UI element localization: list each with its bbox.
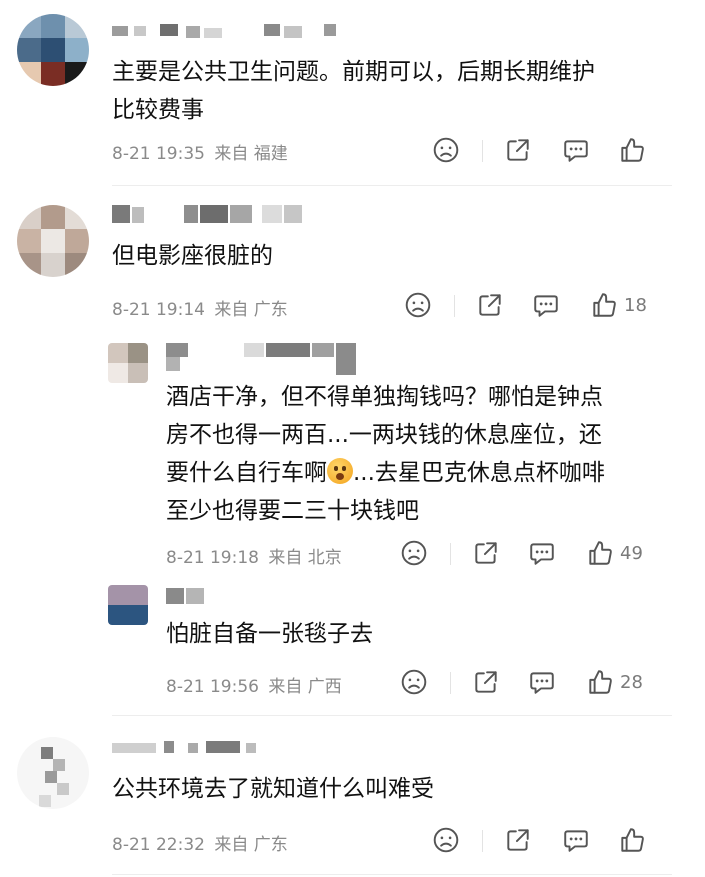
comment-actions: 28 — [400, 668, 680, 698]
location: 来自 福建 — [214, 144, 288, 164]
like-button[interactable] — [618, 136, 652, 164]
timestamp: 8-21 19:18 — [166, 548, 259, 568]
comment-actions — [432, 136, 672, 166]
comment-divider — [112, 874, 672, 875]
frown-face-icon — [400, 668, 428, 696]
location: 来自 广东 — [214, 835, 288, 855]
like-button[interactable]: 18 — [590, 291, 647, 319]
dislike-button[interactable] — [432, 136, 460, 164]
username-blurred[interactable] — [112, 741, 272, 757]
share-icon — [472, 539, 500, 567]
comment-bubble-icon — [562, 826, 590, 854]
username-blurred[interactable] — [112, 24, 342, 40]
comment-bubble-icon — [532, 291, 560, 319]
dislike-button[interactable] — [400, 539, 428, 567]
reply-button[interactable] — [562, 826, 590, 854]
username-blurred[interactable] — [166, 343, 366, 377]
comment-meta: 8-21 19:18 来自 北京 — [166, 543, 342, 568]
comment-meta: 8-21 19:14 来自 广东 — [112, 295, 288, 320]
avatar[interactable] — [17, 205, 89, 277]
timestamp: 8-21 19:14 — [112, 300, 205, 320]
comment-meta: 8-21 19:56 来自 广西 — [166, 672, 342, 697]
dislike-button[interactable] — [400, 668, 428, 696]
surprised-face-emoji-icon — [327, 458, 353, 484]
avatar[interactable] — [108, 343, 148, 383]
username-blurred[interactable] — [166, 588, 246, 604]
timestamp: 8-21 19:56 — [166, 677, 259, 697]
share-icon — [472, 668, 500, 696]
share-button[interactable] — [472, 539, 500, 567]
dislike-button[interactable] — [404, 291, 432, 319]
timestamp: 8-21 19:35 — [112, 144, 205, 164]
reply-button[interactable] — [528, 668, 556, 696]
avatar[interactable] — [17, 14, 89, 86]
comment-bubble-icon — [528, 668, 556, 696]
comment-meta: 8-21 19:35 来自 福建 — [112, 139, 288, 164]
share-icon — [476, 291, 504, 319]
divider — [482, 140, 483, 162]
share-button[interactable] — [472, 668, 500, 696]
divider — [450, 672, 451, 694]
share-icon — [504, 136, 532, 164]
like-button[interactable]: 49 — [586, 539, 643, 567]
comment-bubble-icon — [528, 539, 556, 567]
comment-divider — [112, 185, 672, 186]
comment-text: 但电影座很脏的 — [112, 243, 273, 269]
avatar[interactable] — [17, 737, 89, 809]
comment-actions: 18 — [404, 291, 674, 321]
share-button[interactable] — [476, 291, 504, 319]
thumbs-up-icon — [586, 668, 614, 696]
comment-text: 怕脏自备一张毯子去 — [166, 621, 373, 647]
frown-face-icon — [432, 826, 460, 854]
comment-divider — [112, 715, 672, 716]
dislike-button[interactable] — [432, 826, 460, 854]
reply-button[interactable] — [562, 136, 590, 164]
like-count: 18 — [624, 294, 647, 316]
share-icon — [504, 826, 532, 854]
like-count: 49 — [620, 542, 643, 564]
divider — [454, 295, 455, 317]
comment-actions — [432, 826, 672, 856]
like-button[interactable]: 28 — [586, 668, 643, 696]
like-count: 28 — [620, 671, 643, 693]
comment-text: 主要是公共卫生问题。前期可以，后期长期维护 比较费事 — [112, 59, 595, 123]
location: 来自 广东 — [214, 300, 288, 320]
reply-button[interactable] — [528, 539, 556, 567]
location: 来自 广西 — [268, 677, 342, 697]
avatar[interactable] — [108, 585, 148, 625]
frown-face-icon — [400, 539, 428, 567]
share-button[interactable] — [504, 136, 532, 164]
divider — [482, 830, 483, 852]
thumbs-up-icon — [590, 291, 618, 319]
thumbs-up-icon — [618, 136, 646, 164]
comment-bubble-icon — [562, 136, 590, 164]
share-button[interactable] — [504, 826, 532, 854]
frown-face-icon — [404, 291, 432, 319]
comment-meta: 8-21 22:32 来自 广东 — [112, 830, 288, 855]
comment-text: 酒店干净，但不得单独掏钱吗？哪怕是钟点 房不也得一两百...一两块钱的休息座位，… — [166, 384, 605, 524]
timestamp: 8-21 22:32 — [112, 835, 205, 855]
location: 来自 北京 — [268, 548, 342, 568]
thumbs-up-icon — [586, 539, 614, 567]
frown-face-icon — [432, 136, 460, 164]
reply-button[interactable] — [532, 291, 560, 319]
comment-actions: 49 — [400, 539, 680, 569]
comment-text: 公共环境去了就知道什么叫难受 — [112, 776, 434, 802]
username-blurred[interactable] — [112, 205, 312, 223]
divider — [450, 543, 451, 565]
thumbs-up-icon — [618, 826, 646, 854]
like-button[interactable] — [618, 826, 652, 854]
